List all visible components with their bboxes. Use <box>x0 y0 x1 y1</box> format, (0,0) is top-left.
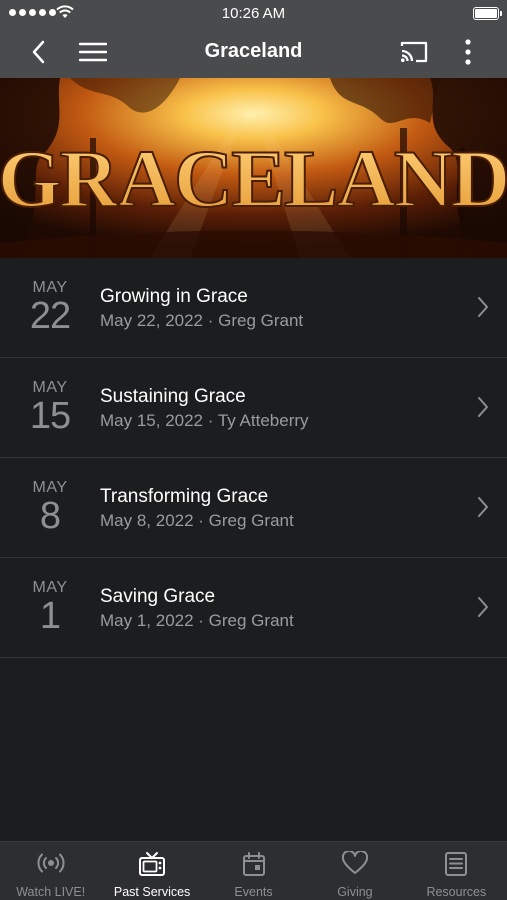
sermon-title: Transforming Grace <box>100 486 269 507</box>
sermon-title: Sustaining Grace <box>100 386 246 407</box>
broadcast-icon <box>37 853 65 873</box>
list-item[interactable]: MAY 22 Growing in Grace May 22, 2022 · G… <box>0 258 507 358</box>
tab-resources[interactable]: Resources <box>406 842 507 900</box>
tab-watch-live[interactable]: Watch LIVE! <box>0 842 101 900</box>
list-item[interactable]: MAY 8 Transforming Grace May 8, 2022 · G… <box>0 458 507 558</box>
more-options-button[interactable] <box>450 34 486 70</box>
sermon-subtitle: May 22, 2022 · Greg Grant <box>100 311 304 330</box>
status-time: 10:26 AM <box>221 5 286 22</box>
nav-bar: Graceland <box>0 26 507 78</box>
back-button[interactable] <box>20 34 56 70</box>
tab-bar: Watch LIVE! Past Services Events Giving … <box>0 841 507 900</box>
sermon-subtitle: May 15, 2022 · Ty Atteberry <box>100 411 309 430</box>
tv-icon <box>139 852 166 876</box>
date-day: 8 <box>39 495 61 537</box>
tab-label: Giving <box>337 885 373 899</box>
menu-button[interactable] <box>75 34 111 70</box>
status-bar: 10:26 AM <box>0 0 507 26</box>
cast-button[interactable] <box>396 34 432 70</box>
tab-giving[interactable]: Giving <box>304 842 405 900</box>
sermon-subtitle: May 8, 2022 · Greg Grant <box>100 511 294 530</box>
chevron-right-icon <box>478 497 488 517</box>
tab-label: Events <box>234 885 273 899</box>
tab-past-services[interactable]: Past Services <box>101 842 202 900</box>
date-day: 22 <box>29 295 71 337</box>
chevron-left-icon <box>32 40 45 64</box>
sermon-title: Growing in Grace <box>100 286 248 307</box>
list-item[interactable]: MAY 15 Sustaining Grace May 15, 2022 · T… <box>0 358 507 458</box>
calendar-icon <box>242 852 265 876</box>
sermon-subtitle: May 1, 2022 · Greg Grant <box>100 611 294 630</box>
heart-icon <box>341 851 368 874</box>
more-vertical-icon <box>465 39 471 65</box>
chevron-right-icon <box>478 397 488 417</box>
date-day: 1 <box>39 595 61 637</box>
banner-image: GRACELAND <box>0 78 507 258</box>
battery-icon <box>473 7 502 20</box>
cast-icon <box>400 41 428 63</box>
list-item[interactable]: MAY 1 Saving Grace May 1, 2022 · Greg Gr… <box>0 558 507 658</box>
page-title: Graceland <box>204 40 303 62</box>
tab-label: Watch LIVE! <box>16 885 86 899</box>
banner-title: GRACELAND <box>0 133 507 224</box>
chevron-right-icon <box>478 597 488 617</box>
sermon-list: MAY 22 Growing in Grace May 22, 2022 · G… <box>0 258 507 658</box>
chevron-right-icon <box>478 297 488 317</box>
tab-label: Past Services <box>113 885 191 899</box>
sermon-title: Saving Grace <box>100 586 216 607</box>
series-banner: GRACELAND <box>0 78 507 258</box>
tab-events[interactable]: Events <box>203 842 304 900</box>
hamburger-menu-icon <box>79 42 107 62</box>
document-icon <box>445 852 468 876</box>
tab-label: Resources <box>426 885 487 899</box>
date-day: 15 <box>29 395 71 437</box>
